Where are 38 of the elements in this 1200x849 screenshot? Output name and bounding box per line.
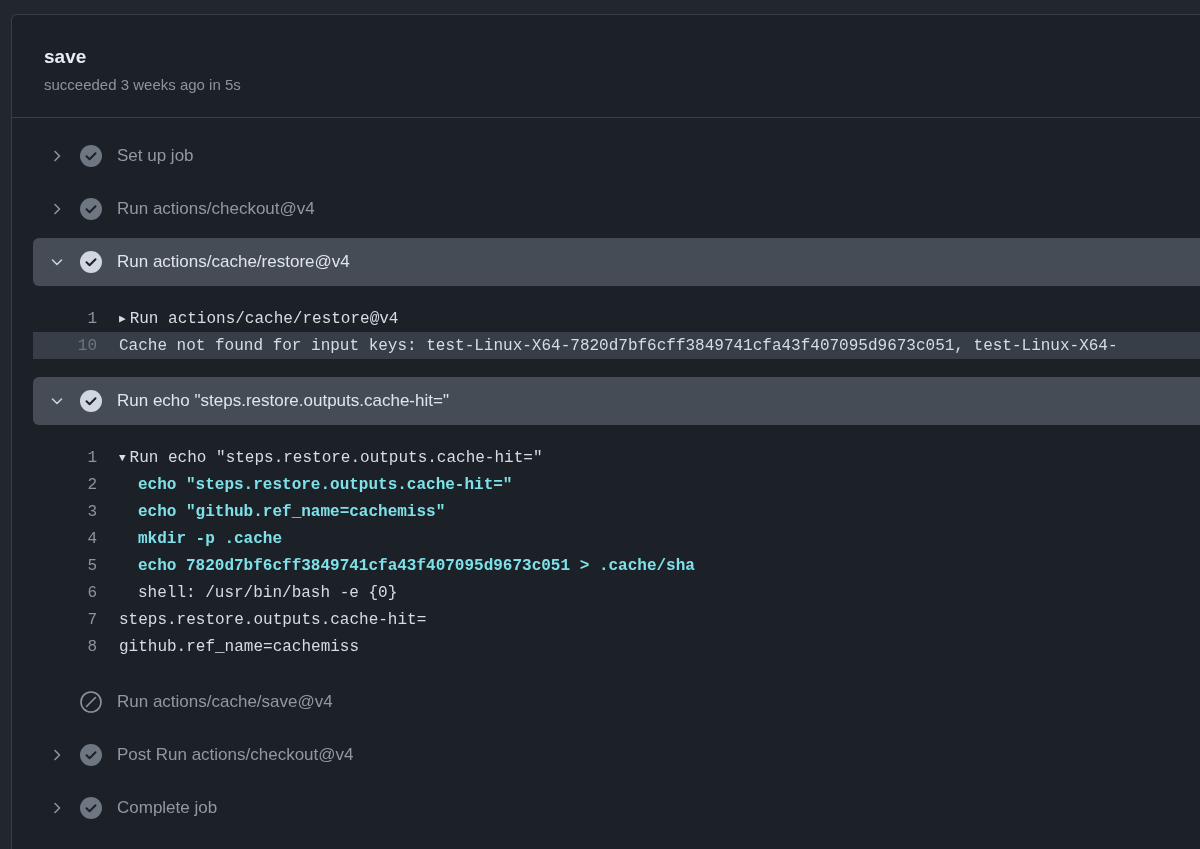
log-line: Run actions/cache/restore@v4	[129, 309, 399, 328]
step-header[interactable]: Post Run actions/checkout@v4	[33, 731, 1200, 779]
log-line: shell: /usr/bin/bash -e {0}	[138, 583, 398, 602]
command-line: echo 7820d7bf6cff3849741cfa43f407095d9673c051 > .cache/sha	[138, 556, 695, 575]
line-number: 1	[86, 448, 97, 467]
check-circle-icon	[80, 744, 102, 766]
line-number: 8	[86, 637, 97, 656]
log-line: Run echo "steps.restore.outputs.cache-hit="	[129, 448, 543, 467]
check-circle-icon	[80, 797, 102, 819]
skipped-circle-icon	[80, 691, 102, 713]
check-circle-icon	[80, 251, 102, 273]
job-title: save	[44, 45, 88, 69]
group-toggle[interactable]: ▶	[119, 312, 126, 325]
step-header[interactable]: Run actions/cache/restore@v4	[33, 238, 1200, 286]
step-header[interactable]: Complete job	[33, 784, 1200, 832]
command-line: mkdir -p .cache	[138, 529, 283, 548]
check-circle-icon	[80, 198, 102, 220]
step-header[interactable]: Set up job	[33, 132, 1200, 180]
line-number: 2	[86, 475, 97, 494]
log-line: steps.restore.outputs.cache-hit=	[119, 610, 427, 629]
line-number: 3	[86, 502, 97, 521]
log-line: Cache not found for input keys: test-Linux-X64-7820d7bf6cff3849741cfa43f407095d9673c051, test-Linux-X64-	[119, 336, 1118, 355]
step-header[interactable]: Run echo "steps.restore.outputs.cache-hit="	[33, 377, 1200, 425]
step-header[interactable]: Run actions/cache/save@v4	[33, 678, 1200, 726]
job-summary: succeeded 3 weeks ago in 5s	[44, 75, 242, 95]
command-line: echo "github.ref_name=cachemiss"	[138, 502, 446, 521]
log-line: github.ref_name=cachemiss	[119, 637, 360, 656]
line-number: 10	[76, 336, 97, 355]
command-line: echo "steps.restore.outputs.cache-hit="	[138, 475, 513, 494]
group-toggle[interactable]: ▼	[119, 451, 126, 464]
line-number: 7	[86, 610, 97, 629]
check-circle-icon	[80, 390, 102, 412]
step-header[interactable]: Run actions/checkout@v4	[33, 185, 1200, 233]
line-number: 5	[86, 556, 97, 575]
line-number: 4	[86, 529, 97, 548]
line-number: 1	[86, 309, 97, 328]
line-number: 6	[86, 583, 97, 602]
check-circle-icon	[80, 145, 102, 167]
